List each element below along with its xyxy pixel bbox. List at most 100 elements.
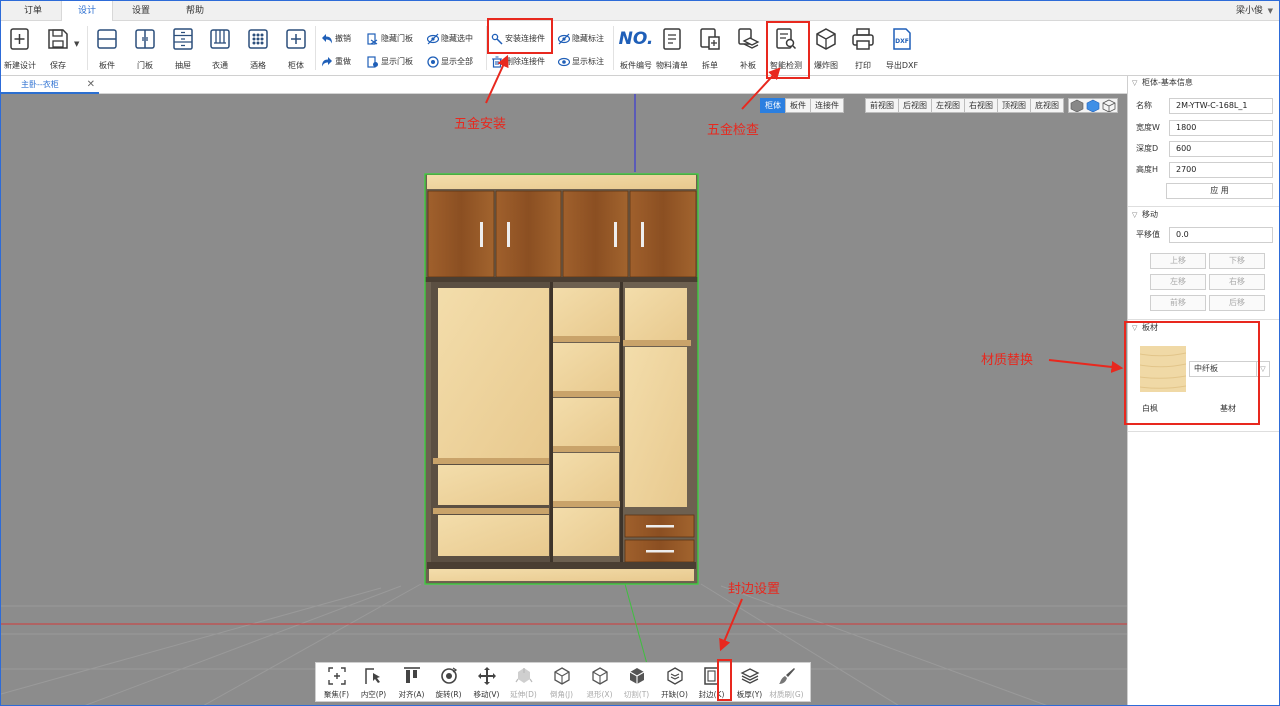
move-right-button[interactable]: 右移 bbox=[1209, 274, 1265, 290]
door-icon bbox=[135, 29, 155, 49]
tab-help[interactable]: 帮助 bbox=[175, 1, 215, 21]
filter-connector-button[interactable]: 连接件 bbox=[810, 98, 844, 113]
board-number-button[interactable]: NO. 板件编号 bbox=[615, 27, 657, 71]
close-icon[interactable]: ✕ bbox=[87, 76, 95, 93]
front-view-button[interactable]: 前视图 bbox=[865, 98, 899, 113]
list-document-icon bbox=[663, 28, 681, 50]
show-label-button[interactable]: 显示标注 bbox=[558, 55, 604, 69]
right-view-button[interactable]: 右视图 bbox=[964, 98, 998, 113]
view-angle-bar: 前视图 后视图 左视图 右视图 顶视图 底视图 bbox=[865, 98, 1064, 113]
exploded-view-button[interactable]: 爆炸图 bbox=[807, 27, 845, 71]
app-window: 订单 设计 设置 帮助 梁小俊 ▼ 新建设计 保存 ▼ 板件 门板 抽屉 衣通 … bbox=[0, 0, 1280, 706]
show-all-button[interactable]: 显示全部 bbox=[427, 55, 473, 69]
material-list-button[interactable]: 物料清单 bbox=[653, 27, 691, 71]
width-field[interactable]: 1800 bbox=[1169, 120, 1273, 136]
export-dxf-button[interactable]: DXF 导出DXF bbox=[881, 27, 923, 71]
move-left-button[interactable]: 左移 bbox=[1150, 274, 1206, 290]
top-view-button[interactable]: 顶视图 bbox=[997, 98, 1031, 113]
basic-info-header[interactable]: ▽ 柜体-基本信息 bbox=[1128, 76, 1279, 90]
move-front-button[interactable]: 前移 bbox=[1150, 295, 1206, 311]
cut-cube-icon bbox=[629, 668, 644, 684]
delete-connector-label: 删除连接件 bbox=[505, 57, 545, 66]
undo-button[interactable]: 撤销 bbox=[321, 32, 351, 46]
notch-button[interactable]: 开缺(O) bbox=[656, 666, 693, 700]
filter-cabinet-button[interactable]: 柜体 bbox=[760, 98, 786, 113]
show-label-label: 显示标注 bbox=[572, 57, 604, 66]
edit-toolbar: 聚焦(F) 内空(P) 对齐(A) 旋转(R) 移动(V) 延伸(D) 倒角(J… bbox=[315, 662, 811, 702]
offset-field[interactable]: 0.0 bbox=[1169, 227, 1273, 243]
chamfer-button[interactable]: 倒角(J) bbox=[543, 666, 580, 700]
height-field[interactable]: 2700 bbox=[1169, 162, 1273, 178]
apply-button[interactable]: 应 用 bbox=[1166, 183, 1273, 199]
name-field[interactable]: 2M-YTW-C-168L_1 bbox=[1169, 98, 1273, 114]
cut-button[interactable]: 切割(T) bbox=[618, 666, 655, 700]
move-back-button[interactable]: 后移 bbox=[1209, 295, 1265, 311]
back-view-button[interactable]: 后视图 bbox=[898, 98, 932, 113]
tab-design[interactable]: 设计 bbox=[61, 1, 113, 22]
menu-bar: 订单 设计 设置 帮助 梁小俊 ▼ bbox=[1, 1, 1279, 22]
upper-door-1 bbox=[427, 190, 495, 278]
focus-button[interactable]: 聚焦(F) bbox=[318, 666, 355, 700]
board-thickness-label: 板厚(Y) bbox=[736, 690, 763, 699]
extend-button[interactable]: 延伸(D) bbox=[505, 666, 542, 700]
doc-tab-bedroom-wardrobe[interactable]: 主卧--衣柜 ✕ bbox=[1, 76, 99, 94]
save-dropdown-icon[interactable]: ▼ bbox=[74, 37, 79, 51]
hide-door-button[interactable]: 隐藏门板 bbox=[367, 32, 413, 46]
document-tab-bar: 主卧--衣柜 ✕ bbox=[1, 76, 1127, 94]
redo-button[interactable]: 重做 bbox=[321, 55, 351, 69]
tab-order[interactable]: 订单 bbox=[13, 1, 53, 21]
move-header[interactable]: ▽ 移动 bbox=[1128, 208, 1279, 222]
wine-rack-button[interactable]: 酒格 bbox=[239, 27, 277, 71]
align-button[interactable]: 对齐(A) bbox=[393, 666, 430, 700]
print-button[interactable]: 打印 bbox=[844, 27, 882, 71]
move-down-button[interactable]: 下移 bbox=[1209, 253, 1265, 269]
material-brush-button[interactable]: 材质刷(G) bbox=[768, 666, 805, 700]
patch-board-button[interactable]: 补板 bbox=[729, 27, 767, 71]
wardrobe-rail-button[interactable]: 衣通 bbox=[201, 27, 239, 71]
tab-settings[interactable]: 设置 bbox=[121, 1, 161, 21]
color-cube-icon[interactable] bbox=[1085, 99, 1101, 113]
show-door-button[interactable]: 显示门板 bbox=[367, 55, 413, 69]
wire-cube-icon[interactable] bbox=[1101, 99, 1117, 113]
move-button[interactable]: 移动(V) bbox=[468, 666, 505, 700]
rotate-button[interactable]: 旋转(R) bbox=[430, 666, 467, 700]
move-label: 移动(V) bbox=[473, 690, 500, 699]
hardware-check-annotation: 五金检查 bbox=[707, 123, 760, 138]
split-icon bbox=[700, 28, 720, 50]
shape-button[interactable]: 退形(X) bbox=[581, 666, 618, 700]
hide-eye-icon bbox=[427, 33, 439, 44]
drawer-button[interactable]: 抽屉 bbox=[164, 27, 202, 71]
user-name[interactable]: 梁小俊 bbox=[1236, 1, 1263, 21]
shaded-cube-icon[interactable] bbox=[1069, 99, 1085, 113]
delete-connector-button[interactable]: 删除连接件 bbox=[491, 55, 545, 69]
focus-icon bbox=[327, 667, 346, 685]
upper-door-4 bbox=[629, 190, 697, 278]
door-button[interactable]: 门板 bbox=[126, 27, 164, 71]
filter-board-button[interactable]: 板件 bbox=[785, 98, 811, 113]
left-view-button[interactable]: 左视图 bbox=[931, 98, 965, 113]
cut-label: 切割(T) bbox=[623, 690, 650, 699]
new-design-button[interactable]: 新建设计 bbox=[1, 27, 39, 71]
focus-label: 聚焦(F) bbox=[323, 690, 350, 699]
board-thickness-button[interactable]: 板厚(Y) bbox=[731, 666, 768, 700]
shape-cube-icon bbox=[591, 667, 608, 685]
board-label: 板件 bbox=[99, 61, 115, 70]
save-label: 保存 bbox=[50, 61, 66, 70]
3d-viewport[interactable]: 柜体 板件 连接件 前视图 后视图 左视图 右视图 顶视图 底视图 bbox=[1, 94, 1127, 705]
name-label: 名称 bbox=[1136, 101, 1152, 110]
depth-field[interactable]: 600 bbox=[1169, 141, 1273, 157]
hide-label-button[interactable]: 隐藏标注 bbox=[558, 32, 604, 46]
save-button[interactable]: 保存 bbox=[39, 27, 77, 71]
inner-space-button[interactable]: 内空(P) bbox=[355, 666, 392, 700]
move-up-button[interactable]: 上移 bbox=[1150, 253, 1206, 269]
hide-selected-button[interactable]: 隐藏选中 bbox=[427, 32, 473, 46]
align-top-icon bbox=[403, 667, 420, 683]
split-list-button[interactable]: 拆单 bbox=[691, 27, 729, 71]
bottom-view-button[interactable]: 底视图 bbox=[1030, 98, 1064, 113]
inner-space-icon bbox=[364, 668, 380, 684]
cabinet-button[interactable]: 柜体 bbox=[277, 27, 315, 71]
board-button[interactable]: 板件 bbox=[88, 27, 126, 71]
wardrobe-rail-icon bbox=[210, 29, 230, 49]
chevron-down-icon[interactable]: ▼ bbox=[1268, 1, 1273, 21]
show-eye-icon bbox=[427, 55, 439, 68]
